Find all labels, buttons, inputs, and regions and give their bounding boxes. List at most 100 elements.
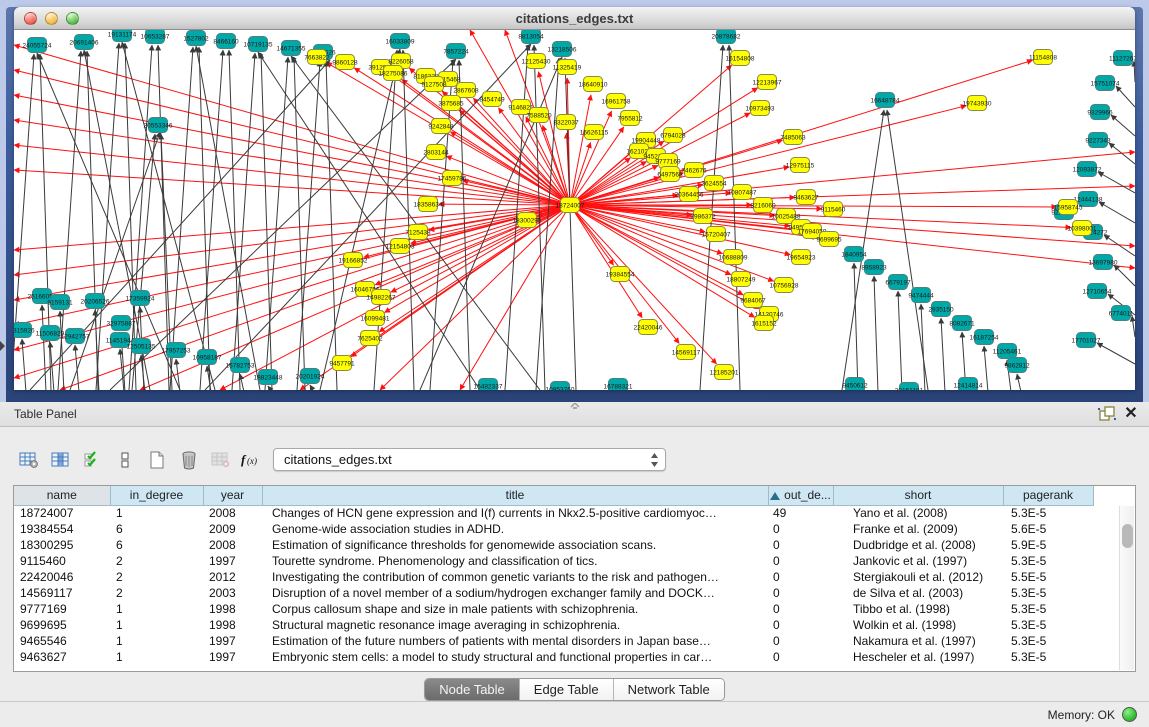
network-node-label: 9315926 xyxy=(14,327,35,334)
network-node-label: 15720407 xyxy=(702,231,731,238)
network-edge[interactable] xyxy=(229,50,240,390)
network-edge[interactable] xyxy=(294,57,305,390)
function-builder-icon[interactable]: f (x) xyxy=(238,447,268,473)
scrollbar-thumb[interactable] xyxy=(1122,524,1133,548)
close-panel-icon[interactable]: ✕ xyxy=(1121,405,1141,423)
network-edge[interactable] xyxy=(1099,202,1135,223)
column-visibility-icon[interactable] xyxy=(46,447,76,473)
network-node-label: 12414814 xyxy=(954,382,983,389)
network-edge[interactable] xyxy=(1097,343,1135,364)
column-header-title[interactable]: title xyxy=(262,486,768,505)
network-edge[interactable] xyxy=(14,95,570,205)
network-edge[interactable] xyxy=(196,46,260,390)
network-node-label: 14671355 xyxy=(277,45,306,52)
tab-edge-table[interactable]: Edge Table xyxy=(520,679,614,700)
rows-icon[interactable] xyxy=(110,447,140,473)
table-vertical-scrollbar[interactable] xyxy=(1119,506,1134,670)
network-canvas[interactable]: 1872400724055724206914061913117410653287… xyxy=(14,30,1135,390)
network-edge[interactable] xyxy=(1116,86,1135,107)
network-node-label: 12505135 xyxy=(127,343,156,350)
network-edge[interactable] xyxy=(14,54,34,390)
network-edge[interactable] xyxy=(459,60,470,390)
network-window[interactable]: citations_edges.txt 18724007240557242069… xyxy=(6,7,1143,402)
network-node-label: 1840954 xyxy=(841,251,867,258)
network-node-label: 32975887 xyxy=(107,320,136,327)
network-edge[interactable] xyxy=(565,58,576,390)
network-edge[interactable] xyxy=(200,50,223,390)
splitter-grip-icon[interactable] xyxy=(568,403,582,409)
network-edge[interactable] xyxy=(570,186,1135,205)
network-edge[interactable] xyxy=(170,47,193,390)
delete-column-icon[interactable] xyxy=(174,447,204,473)
column-header-short[interactable]: short xyxy=(833,486,1003,505)
network-edge[interactable] xyxy=(854,263,858,390)
column-header-out_de[interactable]: out_de... xyxy=(768,486,833,505)
network-node-label: 7625402 xyxy=(357,335,383,342)
table-options-icon[interactable] xyxy=(14,447,44,473)
network-edge[interactable] xyxy=(570,88,758,205)
memory-ok-icon[interactable] xyxy=(1122,707,1137,722)
network-node-label: 10653287 xyxy=(141,33,170,40)
network-edge[interactable] xyxy=(14,45,570,205)
network-edge[interactable] xyxy=(570,205,1135,246)
network-edge[interactable] xyxy=(1109,143,1135,164)
network-edge[interactable] xyxy=(14,70,570,205)
network-node-label: 19131174 xyxy=(108,31,137,38)
table-row[interactable]: 969969511998Structural magnetic resonanc… xyxy=(14,617,1101,633)
tab-node-table[interactable]: Node Table xyxy=(425,679,520,700)
network-node-label: 15482337 xyxy=(474,383,503,390)
table-row[interactable]: 946554611997Estimation of the future num… xyxy=(14,633,1101,649)
network-edge[interactable] xyxy=(874,276,878,390)
network-edge[interactable] xyxy=(240,374,244,390)
network-edge[interactable] xyxy=(261,53,272,390)
column-header-year[interactable]: year xyxy=(203,486,262,505)
row-selection-icon[interactable] xyxy=(78,447,108,473)
table-chooser-select[interactable]: citations_edges.txt xyxy=(273,448,666,471)
table-row[interactable]: 2242004622012Investigating the contribut… xyxy=(14,569,1101,585)
column-header-pagerank[interactable]: pagerank xyxy=(1003,486,1093,505)
network-edge[interactable] xyxy=(1098,172,1135,193)
tab-network-table[interactable]: Network Table xyxy=(614,679,724,700)
network-edge[interactable] xyxy=(110,59,456,390)
network-edge[interactable] xyxy=(570,205,743,295)
network-node-label: 8466160 xyxy=(213,38,239,45)
network-node-label: 12213967 xyxy=(753,79,782,86)
network-node-label: 11205461 xyxy=(993,348,1022,355)
network-node-label: 9474444 xyxy=(908,292,934,299)
network-edge[interactable] xyxy=(1017,374,1021,390)
float-window-icon[interactable] xyxy=(1097,405,1117,423)
network-edge[interactable] xyxy=(570,205,642,318)
table-row[interactable]: 1938455462009Genome-wide association stu… xyxy=(14,521,1101,537)
table-row[interactable]: 1872400712008Changes of HCN gene express… xyxy=(14,505,1101,521)
table-row[interactable]: 1830029562008Estimation of significance … xyxy=(14,537,1101,553)
network-edge[interactable] xyxy=(122,42,215,390)
column-header-in_degree[interactable]: in_degree xyxy=(110,486,203,505)
network-edge[interactable] xyxy=(14,205,570,250)
network-node-label: 7588520 xyxy=(526,112,552,119)
network-edge[interactable] xyxy=(310,385,314,390)
network-edge[interactable] xyxy=(887,110,928,390)
network-edge[interactable] xyxy=(1132,316,1135,337)
network-edge[interactable] xyxy=(14,205,570,350)
network-edge[interactable] xyxy=(1134,61,1135,82)
create-column-icon[interactable] xyxy=(142,447,172,473)
table-row[interactable]: 977716911998Corpus callosum shape and si… xyxy=(14,601,1101,617)
column-header-name[interactable]: name xyxy=(14,486,110,505)
network-edge[interactable] xyxy=(898,291,902,390)
network-edge[interactable] xyxy=(941,318,945,390)
network-window-titlebar[interactable]: citations_edges.txt xyxy=(14,7,1135,30)
table-row[interactable]: 946362711997Embryonic stem cells: a mode… xyxy=(14,649,1101,665)
network-node-label: 19654923 xyxy=(787,254,816,261)
table-row[interactable]: 1456911722003Disruption of a novel membe… xyxy=(14,585,1101,601)
network-node-label: 6774011 xyxy=(1109,310,1134,317)
network-node-label: 9127508 xyxy=(421,81,447,88)
network-edge[interactable] xyxy=(984,346,988,390)
network-edge[interactable] xyxy=(1111,115,1135,136)
network-edge[interactable] xyxy=(232,53,255,390)
collapsed-panel-arrow-icon[interactable] xyxy=(0,341,5,351)
network-edge[interactable] xyxy=(14,120,570,205)
table-row[interactable]: 911546021997Tourette syndrome. Phenomeno… xyxy=(14,553,1101,569)
network-node-label: 20691406 xyxy=(70,39,99,46)
network-edge[interactable] xyxy=(570,205,705,232)
network-edge[interactable] xyxy=(75,345,79,390)
